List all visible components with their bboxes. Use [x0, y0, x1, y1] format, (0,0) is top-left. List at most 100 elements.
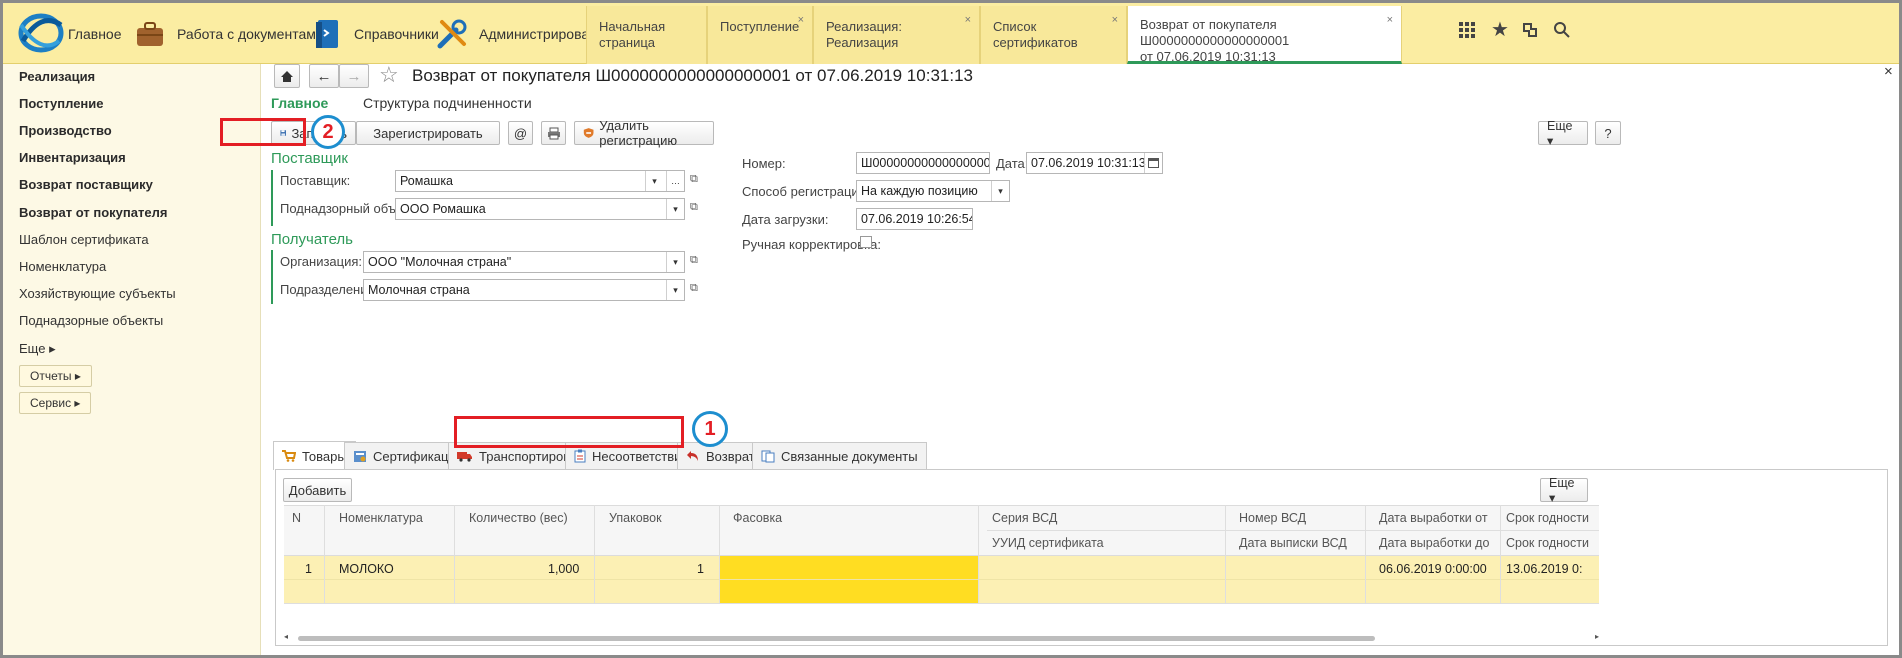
- date-label: Дата:: [996, 156, 1029, 171]
- sidebar-item-return-customer[interactable]: Возврат от покупателя: [19, 205, 167, 220]
- tab-start-page[interactable]: Начальная страница: [586, 6, 707, 64]
- sidebar-item-receipt[interactable]: Поступление: [19, 96, 104, 111]
- tab-label: Список сертификатов: [993, 19, 1078, 50]
- tab-related-documents-label: Связанные документы: [781, 448, 918, 464]
- col-expiry-2[interactable]: Срок годности: [1506, 536, 1589, 550]
- registration-method-label: Способ регистрации:: [742, 184, 870, 199]
- horizontal-scrollbar[interactable]: ◂ ▸: [284, 632, 1599, 643]
- open-link-icon[interactable]: ⧉: [690, 282, 698, 295]
- add-row-button[interactable]: Добавить: [283, 478, 352, 502]
- sidebar-item-return-supplier[interactable]: Возврат поставщику: [19, 177, 153, 192]
- home-button[interactable]: [274, 64, 300, 88]
- delete-registration-button[interactable]: Удалить регистрацию: [574, 118, 714, 148]
- close-icon[interactable]: ×: [1112, 12, 1118, 28]
- register-button[interactable]: Зарегистрировать: [356, 121, 500, 145]
- subnav-structure[interactable]: Структура подчиненности: [363, 95, 532, 111]
- subnav-main[interactable]: Главное: [271, 95, 328, 111]
- number-field[interactable]: Ш0000000000000000001: [856, 152, 990, 174]
- history-icon[interactable]: [1521, 21, 1539, 45]
- open-link-icon[interactable]: ⧉: [690, 201, 698, 214]
- col-n[interactable]: N: [292, 511, 301, 525]
- favorite-star-icon[interactable]: ☆: [379, 62, 399, 88]
- cell-packs[interactable]: 1: [697, 562, 704, 576]
- service-button[interactable]: Сервис ▸: [19, 392, 92, 414]
- cell-quantity[interactable]: 1,000: [548, 562, 579, 576]
- help-button[interactable]: ?: [1595, 121, 1621, 145]
- sidebar-item-business-entities[interactable]: Хозяйствующие субъекты: [19, 286, 176, 301]
- receiver-section-title: Получатель: [271, 231, 353, 248]
- receiver-section-bar: [271, 250, 273, 304]
- close-icon[interactable]: ×: [1387, 12, 1393, 28]
- scroll-left-icon[interactable]: ◂: [284, 632, 288, 641]
- tab-return-active[interactable]: Возврат от покупателя Ш00000000000000000…: [1127, 6, 1402, 64]
- shield-icon: [583, 128, 594, 138]
- department-field[interactable]: Молочная страна ▾: [363, 279, 685, 301]
- open-link-icon[interactable]: ⧉: [690, 173, 698, 186]
- sidebar-item-production[interactable]: Производство: [19, 123, 112, 138]
- supervised-object-field[interactable]: ООО Ромашка ▾: [395, 198, 685, 220]
- registration-method-field[interactable]: На каждую позицию ▾: [856, 180, 1010, 202]
- tab-certificates[interactable]: Список сертификатов ×: [980, 6, 1127, 64]
- col-expiry[interactable]: Срок годности: [1506, 511, 1589, 525]
- chevron-down-icon[interactable]: ▾: [645, 171, 663, 191]
- manual-correction-checkbox[interactable]: [860, 236, 872, 248]
- col-vsd-issue-date[interactable]: Дата выписки ВСД: [1239, 536, 1347, 550]
- date-field[interactable]: 07.06.2019 10:31:13: [1026, 152, 1163, 174]
- chevron-down-icon[interactable]: ▾: [666, 199, 684, 219]
- col-vsd-series[interactable]: Серия ВСД: [992, 511, 1057, 525]
- sidebar-item-supervised-objects[interactable]: Поднадзорные объекты: [19, 313, 163, 328]
- col-packaging[interactable]: Фасовка: [733, 511, 782, 525]
- cell-expiry[interactable]: 13.06.2019 0:: [1506, 562, 1582, 576]
- tab-return[interactable]: Возврат: [677, 442, 764, 469]
- reports-button[interactable]: Отчеты ▸: [19, 365, 92, 387]
- col-certificate-uuid[interactable]: УУИД сертификата: [992, 536, 1104, 550]
- organization-label: Организация:: [280, 254, 363, 269]
- tab-related-documents[interactable]: Связанные документы: [752, 442, 927, 469]
- forward-button[interactable]: →: [339, 64, 369, 88]
- more-actions-button[interactable]: Еще ▾: [1538, 119, 1588, 148]
- sidebar-item-inventory[interactable]: Инвентаризация: [19, 150, 126, 165]
- cell-n[interactable]: 1: [305, 562, 312, 576]
- scroll-right-icon[interactable]: ▸: [1595, 632, 1599, 641]
- tab-receipt[interactable]: Поступление ×: [707, 6, 813, 64]
- col-vsd-number[interactable]: Номер ВСД: [1239, 511, 1306, 525]
- page-title: Возврат от покупателя Ш00000000000000000…: [412, 66, 973, 85]
- select-ellipsis-icon[interactable]: …: [666, 171, 684, 191]
- supplier-field[interactable]: Ромашка ▾ …: [395, 170, 685, 192]
- col-production-date-to[interactable]: Дата выработки до: [1379, 536, 1489, 550]
- close-form-icon[interactable]: ×: [1884, 63, 1893, 80]
- chevron-down-icon[interactable]: ▾: [991, 181, 1009, 201]
- sidebar-item-nomenclature[interactable]: Номенклатура: [19, 259, 106, 274]
- sidebar-item-sales[interactable]: Реализация: [19, 69, 95, 84]
- top-bar: Главное Работа с документами Справочники…: [3, 3, 1899, 64]
- grid-more-button[interactable]: Еще ▾: [1540, 476, 1588, 505]
- close-icon[interactable]: ×: [965, 12, 971, 28]
- col-production-date-from[interactable]: Дата выработки от: [1379, 511, 1488, 525]
- supplier-value: Ромашка: [400, 174, 454, 188]
- print-button[interactable]: [541, 121, 566, 145]
- calendar-icon[interactable]: [1144, 153, 1162, 173]
- load-date-label: Дата загрузки:: [742, 212, 829, 227]
- col-nomenclature[interactable]: Номенклатура: [339, 511, 423, 525]
- search-icon[interactable]: [1554, 21, 1570, 44]
- cell-nomenclature[interactable]: МОЛОКО: [339, 562, 394, 576]
- sidebar-item-certificate-template[interactable]: Шаблон сертификата: [19, 232, 149, 247]
- load-date-field[interactable]: 07.06.2019 10:26:54: [856, 208, 973, 230]
- email-button[interactable]: @: [508, 121, 533, 145]
- return-arrow-icon: [687, 451, 698, 461]
- tab-sales[interactable]: Реализация: Реализация ×: [813, 6, 980, 64]
- cell-production-date-from[interactable]: 06.06.2019 0:00:00: [1379, 562, 1487, 576]
- col-quantity[interactable]: Количество (вес): [469, 511, 568, 525]
- col-packs[interactable]: Упаковок: [609, 511, 662, 525]
- chevron-down-icon[interactable]: ▾: [666, 280, 684, 300]
- scrollbar-thumb[interactable]: [298, 636, 1375, 641]
- nav-main[interactable]: Главное: [58, 3, 132, 64]
- open-link-icon[interactable]: ⧉: [690, 254, 698, 267]
- back-button[interactable]: ←: [309, 64, 339, 88]
- grid-icon[interactable]: [1459, 21, 1475, 44]
- chevron-down-icon[interactable]: ▾: [666, 252, 684, 272]
- organization-field[interactable]: ООО "Молочная страна" ▾: [363, 251, 685, 273]
- sidebar-item-more[interactable]: Еще ▸: [19, 341, 56, 357]
- close-icon[interactable]: ×: [798, 12, 804, 28]
- star-icon[interactable]: ★: [1491, 17, 1509, 42]
